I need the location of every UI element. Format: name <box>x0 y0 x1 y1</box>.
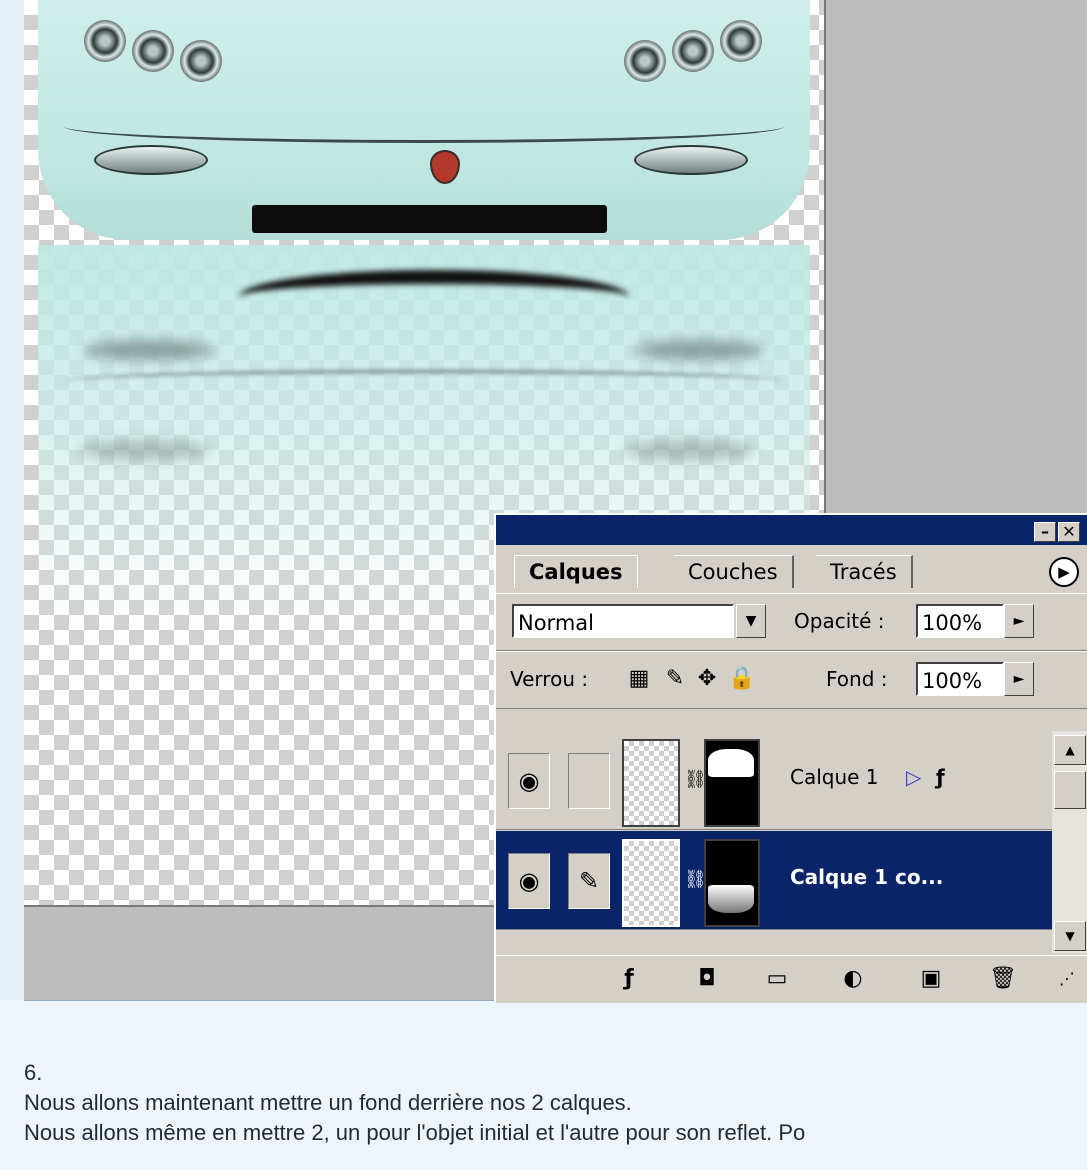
lock-row: Verrou : ▦ ✎ ✥ 🔒 Fond : 100% ► <box>496 651 1087 709</box>
layer-style-icon[interactable]: ƒ <box>614 964 644 994</box>
article-line-1: Nous allons maintenant mettre un fond de… <box>24 1090 632 1115</box>
tab-traces[interactable]: Tracés <box>816 555 913 588</box>
fog-light-left <box>94 145 208 175</box>
step-number: 6. <box>24 1060 43 1085</box>
layer-row-calque-1[interactable]: ◉ ⛓ Calque 1 ▷ ƒ <box>496 731 1052 830</box>
headlight-left-1 <box>84 20 126 62</box>
close-icon[interactable]: ✕ <box>1058 522 1080 542</box>
panel-toolbar: ƒ ◘ ▭ ◐ ▣ 🗑 ⋰ <box>496 955 1087 1003</box>
fill-label: Fond : <box>826 667 888 691</box>
expand-effects-icon[interactable]: ▷ <box>906 765 921 789</box>
minimize-icon[interactable]: – <box>1034 522 1056 542</box>
layer-thumbnail <box>622 739 680 827</box>
trash-icon[interactable]: 🗑 <box>988 964 1018 994</box>
blend-dropdown-icon[interactable]: ▼ <box>736 604 766 638</box>
reflected-hood-line <box>64 370 784 393</box>
reflected-light-right <box>624 440 754 460</box>
article-line-2: Nous allons même en mettre 2, un pour l'… <box>24 1120 806 1145</box>
layers-panel: – ✕ Calques Couches Tracés ▶ Normal ▼ Op… <box>494 513 1087 1003</box>
tab-calques[interactable]: Calques <box>514 555 638 588</box>
article-text: 6. Nous allons maintenant mettre un fond… <box>24 1058 1087 1148</box>
reflected-fog-right <box>634 340 764 360</box>
reflected-light-left <box>79 440 209 460</box>
blend-row: Normal ▼ Opacité : 100% ► <box>496 593 1087 651</box>
car-grill <box>252 205 607 233</box>
workspace-background <box>24 907 494 1000</box>
opacity-slider-icon[interactable]: ► <box>1004 604 1034 638</box>
new-layer-icon[interactable]: ▣ <box>916 964 946 994</box>
resize-grip-icon[interactable]: ⋰ <box>1052 964 1082 994</box>
lock-label: Verrou : <box>510 667 589 691</box>
layer-mask-thumbnail <box>704 739 760 827</box>
folder-icon[interactable]: ▭ <box>762 964 792 994</box>
eye-icon[interactable]: ◉ <box>508 853 550 909</box>
fill-slider-icon[interactable]: ► <box>1004 662 1034 696</box>
layer-name[interactable]: Calque 1 <box>790 765 879 789</box>
eye-icon[interactable]: ◉ <box>508 753 550 809</box>
headlight-right-1 <box>624 40 666 82</box>
layer-effects-icon[interactable]: ƒ <box>936 765 945 789</box>
layer-mask-thumbnail <box>704 839 760 927</box>
layers-list: ◉ ⛓ Calque 1 ▷ ƒ ◉ ✎ ⛓ Calque 1 co... <box>496 731 1052 953</box>
lock-all-icon[interactable]: 🔒 <box>728 666 755 692</box>
page-left-border <box>0 0 25 1000</box>
layers-scrollbar[interactable]: ▲ ▼ <box>1052 731 1087 953</box>
scroll-down-icon[interactable]: ▼ <box>1054 921 1086 951</box>
scroll-up-icon[interactable]: ▲ <box>1054 735 1086 765</box>
headlight-left-3 <box>180 40 222 82</box>
layer-thumbnail <box>622 839 680 927</box>
blend-mode-select[interactable]: Normal <box>512 604 734 638</box>
panel-titlebar[interactable]: – ✕ <box>496 515 1087 545</box>
headlight-right-3 <box>720 20 762 62</box>
tab-couches[interactable]: Couches <box>674 555 794 588</box>
fill-field[interactable]: 100% <box>916 662 1004 696</box>
mask-link-icon[interactable]: ⛓ <box>684 863 707 897</box>
reflected-fog-left <box>84 340 214 360</box>
panel-tabs: Calques Couches Tracés ▶ <box>496 547 1087 589</box>
mask-icon[interactable]: ◘ <box>692 964 722 994</box>
mask-link-icon[interactable]: ⛓ <box>684 763 707 797</box>
adjustment-icon[interactable]: ◐ <box>838 964 868 994</box>
opacity-field[interactable]: 100% <box>916 604 1004 638</box>
fog-light-right <box>634 145 748 175</box>
headlight-right-2 <box>672 30 714 72</box>
lock-position-icon[interactable]: ✥ <box>694 666 720 692</box>
hood-line <box>64 110 784 143</box>
layer-name[interactable]: Calque 1 co... <box>790 865 943 889</box>
scroll-thumb[interactable] <box>1054 771 1086 809</box>
lock-image-icon[interactable]: ✎ <box>662 666 688 692</box>
headlight-left-2 <box>132 30 174 72</box>
opacity-label: Opacité : <box>794 609 885 633</box>
panel-menu-icon[interactable]: ▶ <box>1049 557 1079 587</box>
layer-row-calque-1-copie[interactable]: ◉ ✎ ⛓ Calque 1 co... <box>496 831 1052 930</box>
reflected-grill <box>239 270 629 324</box>
lock-transparency-icon[interactable]: ▦ <box>626 666 652 692</box>
brush-icon[interactable]: ✎ <box>568 853 610 909</box>
layer-link-box[interactable] <box>568 753 610 809</box>
